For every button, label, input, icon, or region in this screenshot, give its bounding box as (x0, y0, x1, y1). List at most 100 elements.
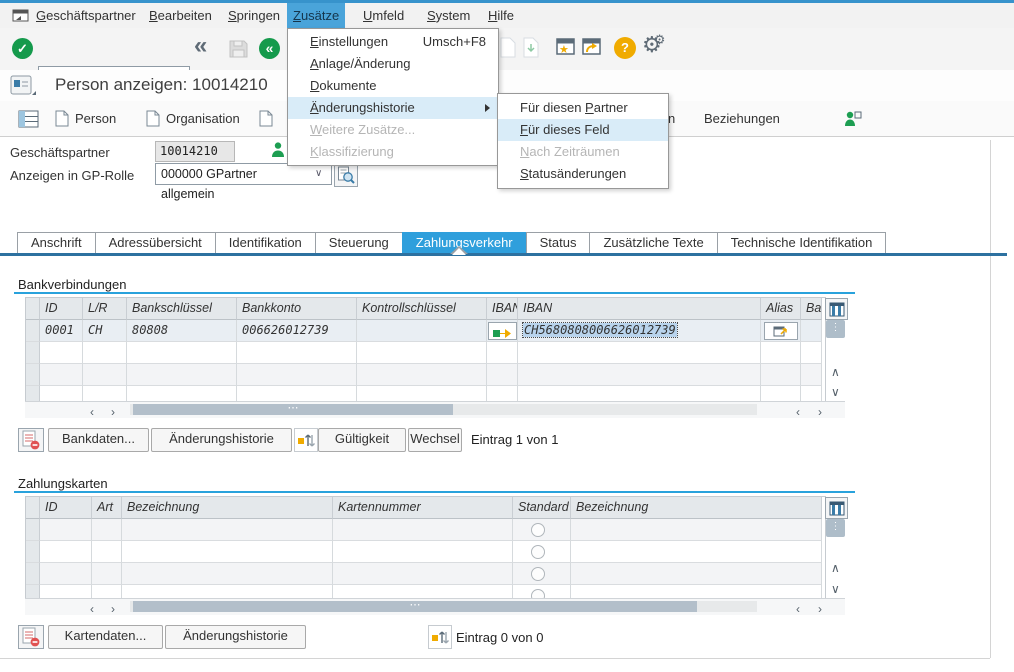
bank-hscroll-left-icon[interactable]: ‹ (90, 406, 94, 418)
role-select[interactable]: 000000 GPartner allgemein (155, 163, 332, 185)
gruppe-button[interactable] (259, 101, 273, 136)
column-header[interactable]: Bezeichnung (122, 497, 333, 519)
help-icon[interactable]: ? (614, 37, 636, 59)
system-menu-icon[interactable] (12, 9, 29, 25)
beziehungen-button[interactable]: Beziehungen (704, 101, 780, 136)
bank-scroll-up-icon[interactable]: ∧ (831, 366, 840, 378)
row-selector[interactable] (26, 585, 40, 599)
tab-adressuebersicht[interactable]: Adressübersicht (95, 232, 216, 254)
bank-hscroll-right2-icon[interactable]: › (818, 406, 822, 418)
bank-aenderungshistorie-button[interactable]: Änderungshistorie (151, 428, 292, 452)
favorites-window-icon[interactable]: ★ (556, 38, 576, 59)
cell-bank-id[interactable]: 0001 (40, 320, 83, 342)
column-header[interactable]: Bankschlüssel (127, 298, 237, 320)
standard-radio[interactable] (531, 523, 545, 537)
cards-vscroll-thumb[interactable]: ⋮ (826, 519, 845, 537)
enter-icon[interactable]: ✓ (12, 38, 33, 59)
cell-bank-lr[interactable]: CH (83, 320, 127, 342)
menu-system[interactable]: System (421, 3, 476, 28)
cell-bank-account[interactable]: 006626012739 (237, 320, 357, 342)
cards-scroll-up-icon[interactable]: ∧ (831, 562, 840, 574)
cards-table-row-empty[interactable] (26, 585, 825, 599)
row-selector[interactable] (26, 364, 40, 386)
bank-vscroll-thumb[interactable]: ⋮ (826, 320, 845, 338)
bank-table-row[interactable]: 0001 CH 80808 006626012739 CH56808080066… (26, 320, 825, 342)
cards-table-row-empty[interactable] (26, 563, 825, 585)
new-session-icon[interactable] (582, 38, 602, 59)
cards-hscroll-right-icon[interactable]: › (111, 603, 115, 615)
row-selector-header[interactable] (26, 497, 40, 519)
bankdaten-button[interactable]: Bankdaten... (48, 428, 149, 452)
menu-umfeld[interactable]: Umfeld (357, 3, 410, 28)
back-icon[interactable]: « (194, 32, 207, 60)
row-selector[interactable] (26, 320, 40, 342)
row-selector[interactable] (26, 541, 40, 563)
cards-hscroll-thumb[interactable]: ⋯ (133, 601, 697, 612)
bank-hscroll-thumb[interactable]: ⋯ (133, 404, 453, 415)
menuitem-dokumente[interactable]: Dokumente (288, 75, 498, 97)
iban-selected-text[interactable]: CH5680808006626012739 (523, 323, 677, 337)
role-select-chevron-icon[interactable]: ∨ (315, 168, 322, 179)
row-selector[interactable] (26, 519, 40, 541)
iban-transfer-icon[interactable] (488, 322, 517, 340)
row-selector[interactable] (26, 563, 40, 585)
sort-icon[interactable] (428, 625, 452, 649)
row-selector[interactable] (26, 342, 40, 364)
print-icon[interactable] (500, 37, 516, 61)
menu-springen[interactable]: Springen (222, 3, 286, 28)
cards-table-row-empty[interactable] (26, 541, 825, 563)
standard-radio[interactable] (531, 567, 545, 581)
menuitem-statusaenderungen[interactable]: Statusänderungen (498, 163, 668, 185)
tab-anschrift[interactable]: Anschrift (17, 232, 96, 254)
menuitem-fuer-dieses-feld[interactable]: Für dieses Feld (498, 119, 668, 141)
menu-bearbeiten[interactable]: Bearbeiten (143, 3, 218, 28)
tab-technische-identifikation[interactable]: Technische Identifikation (717, 232, 887, 254)
tab-steuerung[interactable]: Steuerung (315, 232, 403, 254)
cards-scroll-down-icon[interactable]: ∨ (831, 583, 840, 595)
person-button[interactable]: Person (55, 101, 116, 136)
alias-button[interactable] (764, 322, 798, 340)
cards-table-row-empty[interactable] (26, 519, 825, 541)
column-header[interactable]: ID (40, 497, 92, 519)
bank-table-row-empty[interactable] (26, 342, 825, 364)
table-config-icon[interactable] (825, 298, 848, 320)
wechsel-button[interactable]: Wechsel (408, 428, 462, 452)
column-header[interactable]: ID (40, 298, 83, 320)
organisation-button[interactable]: Organisation (146, 101, 240, 136)
menuitem-aenderungshistorie[interactable]: Änderungshistorie (288, 97, 498, 119)
cell-iban[interactable]: CH5680808006626012739 (518, 320, 761, 342)
column-header[interactable]: IBAN (487, 298, 518, 320)
column-header[interactable]: Kontrollschlüssel (357, 298, 487, 320)
cards-hscroll-left-icon[interactable]: ‹ (90, 603, 94, 615)
save-icon[interactable] (228, 38, 249, 62)
row-selector-header[interactable] (26, 298, 40, 320)
bank-scroll-down-icon[interactable]: ∨ (831, 386, 840, 398)
bank-hscroll-right-icon[interactable]: › (111, 406, 115, 418)
gp-number-field[interactable]: 10014210 (155, 141, 235, 162)
menu-geschaeftspartner[interactable]: Geschäftspartner (30, 3, 142, 28)
column-header[interactable]: Bankkonto (237, 298, 357, 320)
row-selector[interactable] (26, 386, 40, 402)
menuitem-anlage-aenderung[interactable]: Anlage/Änderung (288, 53, 498, 75)
menu-zusaetze[interactable]: Zusätze (287, 3, 345, 28)
tab-status[interactable]: Status (526, 232, 591, 254)
exit-icon[interactable]: « (259, 38, 280, 59)
delete-card-row-icon[interactable] (18, 625, 44, 649)
sort-icon[interactable] (294, 428, 318, 452)
partial-button-label[interactable]: n (668, 101, 675, 136)
menuitem-einstellungen[interactable]: Einstellungen Umsch+F8 (288, 31, 498, 53)
column-header[interactable]: Bezeichnung (571, 497, 822, 519)
kartendaten-button[interactable]: Kartendaten... (48, 625, 163, 649)
partner-switch-icon[interactable] (843, 101, 862, 136)
column-header[interactable]: Bank (801, 298, 822, 320)
bank-hscroll-left2-icon[interactable]: ‹ (796, 406, 800, 418)
column-header[interactable]: L/R (83, 298, 127, 320)
settings-gear-icon[interactable]: ⚙⚙ (642, 32, 665, 58)
cards-hscroll-right2-icon[interactable]: › (818, 603, 822, 615)
role-locator-icon[interactable] (334, 163, 358, 187)
bank-table-row-empty[interactable] (26, 364, 825, 386)
column-header[interactable]: Standard (513, 497, 571, 519)
standard-radio[interactable] (531, 545, 545, 559)
menu-hilfe[interactable]: Hilfe (482, 3, 520, 28)
download-icon[interactable] (523, 37, 539, 61)
